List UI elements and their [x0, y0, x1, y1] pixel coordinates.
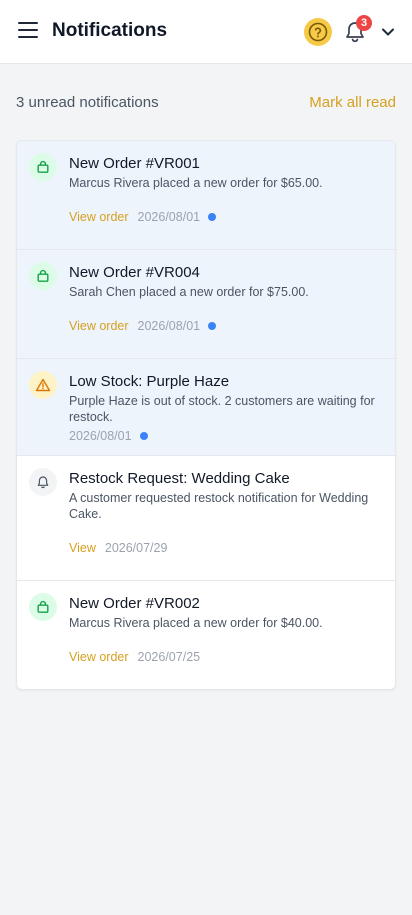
- notification-title: New Order #VR002: [69, 595, 200, 612]
- notification-item[interactable]: Low Stock: Purple Haze Purple Haze is ou…: [17, 359, 395, 456]
- notification-title: New Order #VR004: [69, 264, 200, 281]
- view-order-link[interactable]: View order: [69, 210, 129, 224]
- notification-item[interactable]: New Order #VR002 Marcus Rivera placed a …: [17, 581, 395, 689]
- unread-dot: [139, 432, 148, 440]
- notification-item[interactable]: Restock Request: Wedding Cake A customer…: [17, 456, 395, 581]
- notification-date: 2026/08/01: [137, 319, 201, 333]
- notification-count-badge: 3: [356, 15, 372, 31]
- shopping-bag-icon: [29, 262, 57, 290]
- warning-icon: [29, 371, 57, 399]
- notification-description: Purple Haze is out of stock. 2 customers…: [69, 394, 375, 424]
- notification-date: 2026/07/29: [104, 541, 168, 555]
- notification-title: Restock Request: Wedding Cake: [69, 470, 290, 487]
- notification-description: Marcus Rivera placed a new order for $65…: [69, 176, 323, 190]
- view-order-link[interactable]: View order: [69, 650, 129, 664]
- notification-description: A customer requested restock notificatio…: [69, 491, 369, 521]
- notification-item[interactable]: New Order #VR001 Marcus Rivera placed a …: [17, 141, 395, 250]
- notification-list: New Order #VR001 Marcus Rivera placed a …: [16, 140, 396, 690]
- shopping-bag-icon: [29, 153, 57, 181]
- bell-icon: [29, 468, 57, 496]
- notification-date: 2026/08/01: [137, 210, 201, 224]
- view-link[interactable]: View: [69, 541, 96, 555]
- unread-dot: [208, 213, 217, 221]
- view-order-link[interactable]: View order: [69, 319, 129, 333]
- help-circle-icon[interactable]: [304, 18, 332, 46]
- notification-title: New Order #VR001: [69, 155, 200, 172]
- unread-count-text: 3 unread notifications: [16, 94, 159, 111]
- notification-date: 2026/07/25: [137, 650, 201, 664]
- unread-dot: [208, 322, 217, 330]
- page-title: Notifications: [52, 20, 168, 41]
- notification-description: Sarah Chen placed a new order for $75.00…: [69, 285, 309, 299]
- app-header: Notifications 3: [0, 0, 412, 64]
- notification-description: Marcus Rivera placed a new order for $40…: [69, 616, 323, 630]
- notification-item[interactable]: New Order #VR004 Sarah Chen placed a new…: [17, 250, 395, 359]
- notification-date: 2026/08/01: [69, 429, 132, 443]
- notification-title: Low Stock: Purple Haze: [69, 373, 230, 390]
- chevron-down-icon[interactable]: [380, 25, 396, 39]
- shopping-bag-icon: [29, 593, 57, 621]
- mark-all-read-button[interactable]: Mark all read: [309, 94, 396, 111]
- hamburger-icon[interactable]: [18, 22, 38, 40]
